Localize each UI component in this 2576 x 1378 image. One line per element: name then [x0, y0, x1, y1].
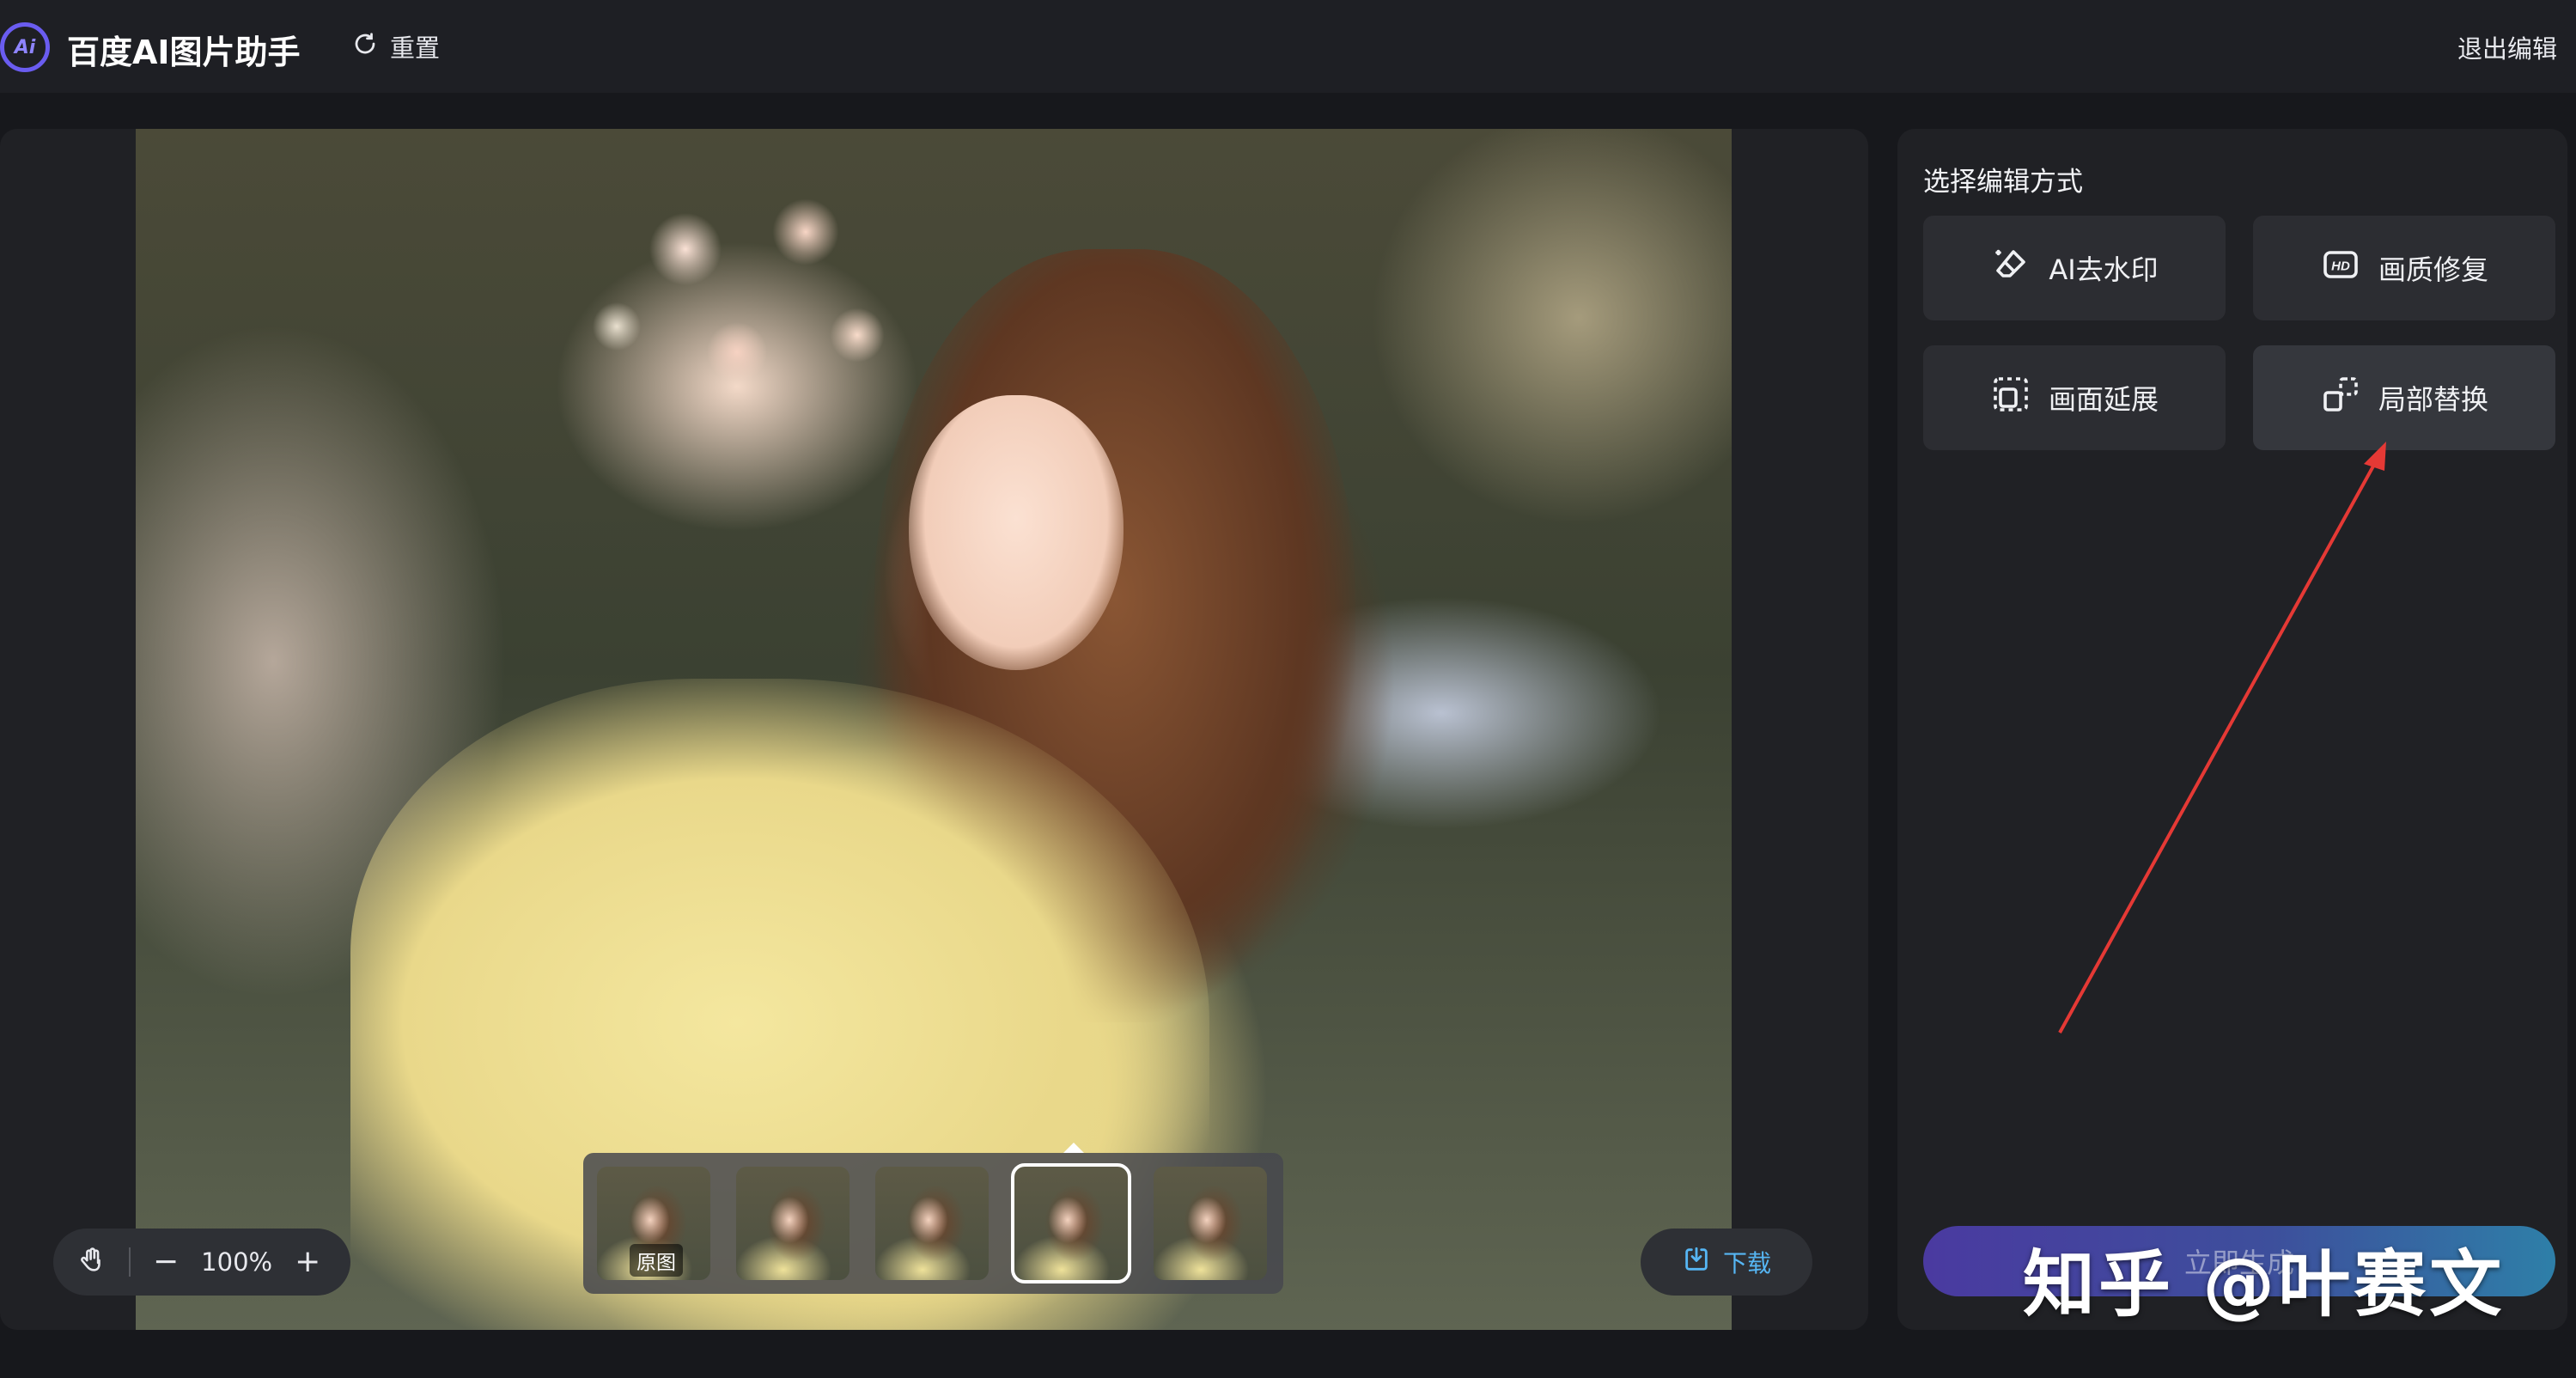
logo-icon: Ai — [0, 22, 50, 72]
app-title: 百度AI图片助手 — [67, 34, 301, 71]
active-thumbnail-caret — [1063, 1143, 1084, 1153]
zoom-out-button[interactable]: − — [153, 1247, 179, 1277]
thumbnail-version-2[interactable] — [875, 1167, 989, 1280]
thumbnail-version-1[interactable] — [736, 1167, 850, 1280]
mode-ai-watermark-removal-button[interactable]: AI去水印 — [1923, 216, 2226, 320]
refresh-icon — [352, 31, 378, 63]
zoom-toolbar: − 100% + — [53, 1229, 350, 1296]
thumbnail-strip: 原图 — [583, 1153, 1283, 1294]
hd-icon: HD — [2320, 244, 2361, 292]
exit-edit-button[interactable]: 退出编辑 — [2457, 29, 2557, 65]
mode-partial-replace-button[interactable]: 局部替换 — [2253, 345, 2555, 450]
toolbar-divider — [129, 1247, 131, 1277]
mode-quality-repair-button[interactable]: HD 画质修复 — [2253, 216, 2555, 320]
replace-icon — [2320, 374, 2361, 422]
reset-label: 重置 — [390, 34, 441, 63]
zoom-level: 100% — [201, 1247, 273, 1277]
download-icon — [1682, 1245, 1711, 1280]
svg-text:HD: HD — [2331, 259, 2350, 273]
edited-photo — [136, 129, 1732, 1330]
panel-heading: 选择编辑方式 — [1923, 167, 2083, 198]
top-bar: Ai 百度AI图片助手 重置 退出编辑 — [0, 0, 2576, 93]
thumbnail-version-3[interactable] — [1011, 1163, 1131, 1283]
expand-icon — [1990, 374, 2031, 422]
reset-button[interactable]: 重置 — [352, 27, 440, 65]
mode-label: 画质修复 — [2378, 253, 2488, 286]
mode-label: 局部替换 — [2378, 383, 2488, 416]
zoom-in-button[interactable]: + — [295, 1247, 320, 1277]
photo-face — [909, 395, 1124, 670]
download-button[interactable]: 下载 — [1641, 1229, 1812, 1296]
download-label: 下载 — [1722, 1249, 1771, 1277]
eraser-icon — [1990, 244, 2031, 292]
mode-canvas-expand-button[interactable]: 画面延展 — [1923, 345, 2226, 450]
thumbnail-label: 原图 — [630, 1244, 683, 1277]
mode-label: AI去水印 — [2049, 253, 2159, 286]
photo-flowers — [514, 129, 926, 455]
hand-pan-icon[interactable] — [77, 1246, 107, 1278]
mode-label: 画面延展 — [2048, 383, 2159, 416]
thumbnail-version-4[interactable] — [1154, 1167, 1267, 1280]
thumbnail-original[interactable]: 原图 — [597, 1167, 710, 1280]
generate-button[interactable]: 立即生成 — [1923, 1226, 2555, 1296]
